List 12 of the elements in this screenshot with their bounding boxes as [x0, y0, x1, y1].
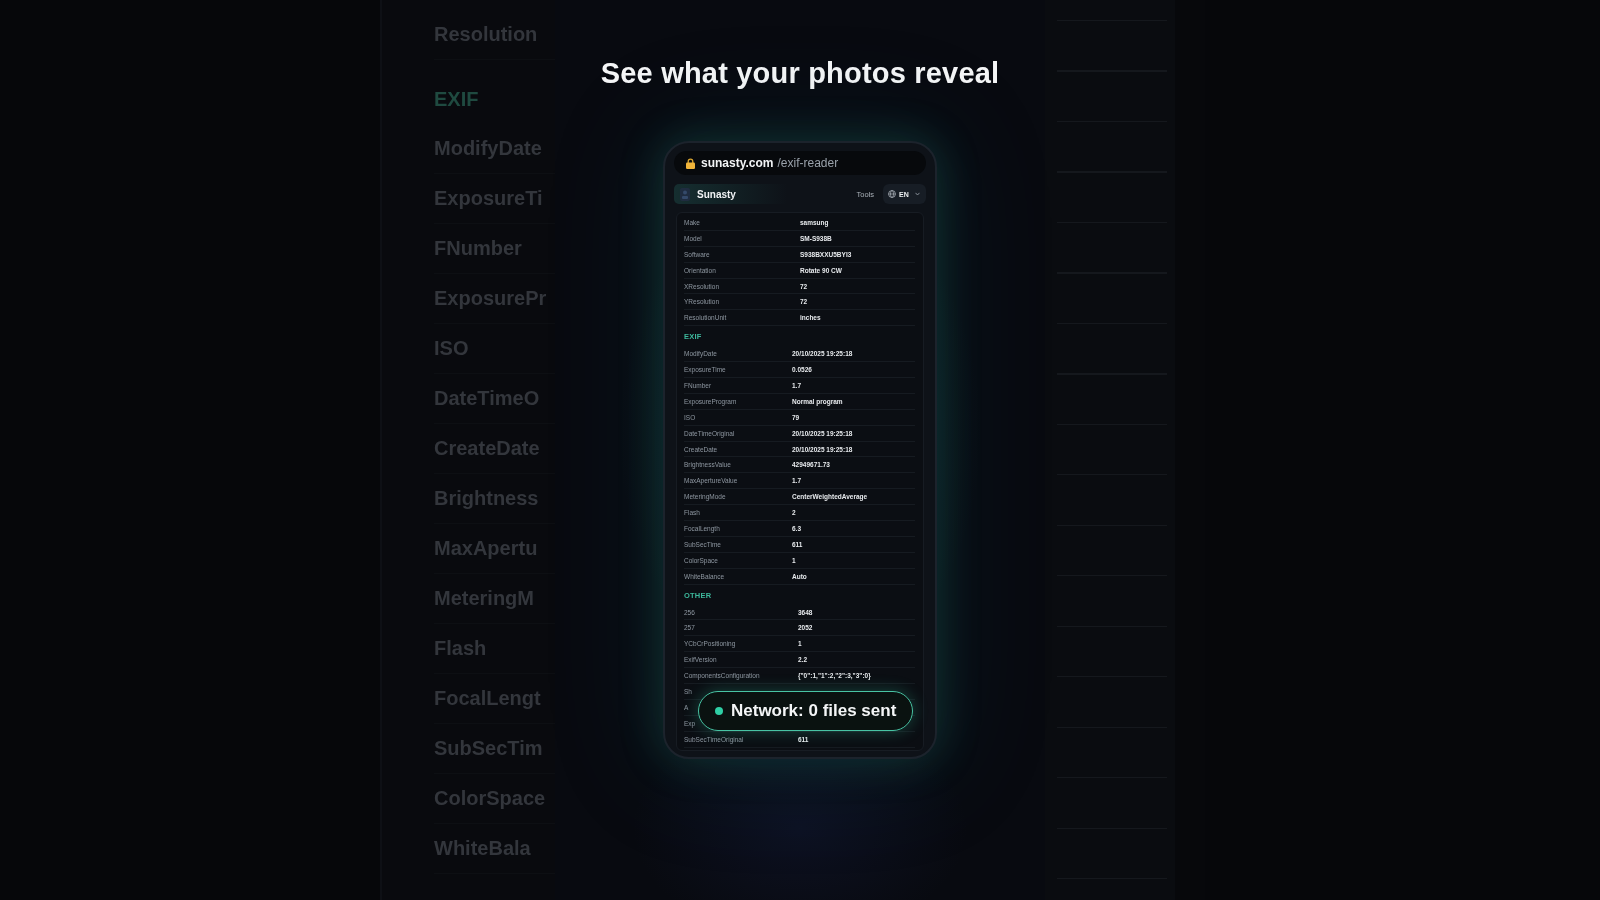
lock-icon	[686, 157, 695, 169]
status-dot-icon	[715, 707, 723, 715]
brand-name: Sunasty	[697, 188, 736, 200]
url-domain: sunasty.com	[701, 156, 774, 170]
page-title: See what your photos reveal	[599, 56, 1001, 91]
address-bar[interactable]: sunasty.com /exif-reader	[674, 151, 926, 175]
caret-icon	[914, 192, 920, 196]
toast-message: Network: 0 files sent	[731, 701, 897, 721]
url-path: /exif-reader	[777, 156, 839, 170]
logo-icon	[680, 187, 690, 201]
section-heading: EXIF	[434, 87, 479, 111]
globe-icon	[888, 190, 896, 198]
